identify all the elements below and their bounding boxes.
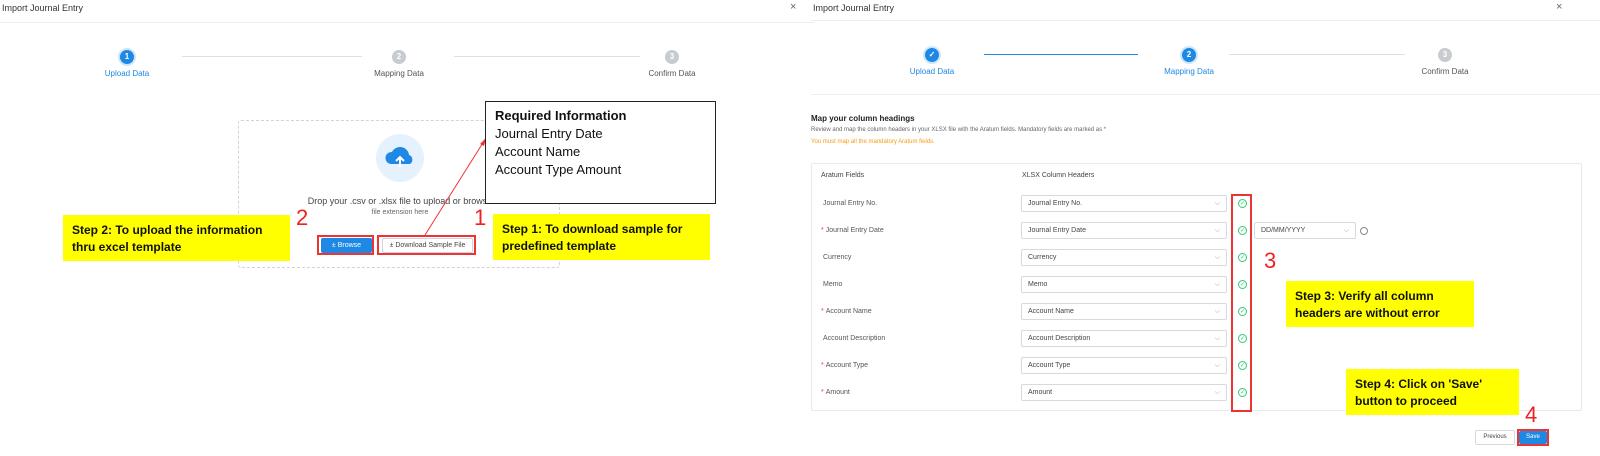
chevron-down-icon: ⌵ <box>1214 281 1220 288</box>
field-label: * Account Name <box>821 308 872 315</box>
close-icon[interactable]: × <box>790 1 796 13</box>
step-number: 2 <box>392 50 406 64</box>
step-connector <box>1229 54 1405 55</box>
column-select[interactable]: Amount ⌵ <box>1021 384 1227 401</box>
field-label: Account Description <box>823 335 886 342</box>
field-label: Memo <box>823 281 843 288</box>
step-label: Upload Data <box>104 69 150 78</box>
step3-note: Step 3: Verify all column headers are wi… <box>1286 281 1474 327</box>
mapping-warning: You must map all the mandatory Aratum fi… <box>811 139 935 145</box>
chevron-down-icon: ⌵ <box>1214 254 1220 261</box>
close-icon[interactable]: × <box>1556 1 1562 13</box>
column-header-xlsx: XLSX Column Headers <box>1022 172 1095 179</box>
step-label: Confirm Data <box>648 69 696 78</box>
dialog-title: Import Journal Entry <box>2 3 84 13</box>
field-label: Journal Entry No. <box>823 200 878 207</box>
column-select[interactable]: Journal Entry No. ⌵ <box>1021 195 1227 212</box>
column-select[interactable]: Account Name ⌵ <box>1021 303 1227 320</box>
field-label: Currency <box>823 254 852 261</box>
step-label: Mapping Data <box>374 69 424 78</box>
chevron-down-icon: ⌵ <box>1214 308 1220 315</box>
step-mapping-data[interactable]: 2 Mapping Data <box>1129 48 1249 76</box>
highlight-save <box>1517 429 1549 446</box>
column-select[interactable]: Journal Entry Date ⌵ <box>1021 222 1227 239</box>
divider <box>0 22 815 23</box>
step2-note: Step 2: To upload the information thru e… <box>63 215 290 261</box>
field-label: * Account Type <box>821 362 869 369</box>
column-select[interactable]: Account Description ⌵ <box>1021 330 1227 347</box>
divider <box>811 20 1600 21</box>
highlight-browse <box>317 235 374 255</box>
step-number-2: 2 <box>296 205 309 230</box>
step-connector <box>984 54 1138 55</box>
step4-note: Step 4: Click on 'Save' button to procee… <box>1346 369 1519 415</box>
step-label: Upload Data <box>909 67 955 76</box>
callout-line: Account Name <box>495 144 581 159</box>
step-connector <box>182 56 362 57</box>
chevron-down-icon: ⌵ <box>1343 227 1349 234</box>
step-number: 3 <box>1438 48 1452 62</box>
chevron-down-icon: ⌵ <box>1214 200 1220 207</box>
highlight-check-column <box>1231 194 1252 412</box>
mapping-dialog: Import Journal Entry × ✓ Upload Data 2 M… <box>811 0 1600 456</box>
step-number-4: 4 <box>1525 402 1538 427</box>
step-label: Confirm Data <box>1421 67 1469 76</box>
step1-note: Step 1: To download sample for predefine… <box>493 214 710 260</box>
step-number-1: 1 <box>474 205 487 230</box>
chevron-down-icon: ⌵ <box>1214 362 1220 369</box>
step-upload-data[interactable]: 1 Upload Data <box>67 50 187 78</box>
mapping-title: Map your column headings <box>811 114 915 123</box>
chevron-down-icon: ⌵ <box>1214 335 1220 342</box>
cloud-upload-icon <box>376 134 424 182</box>
column-select[interactable]: Memo ⌵ <box>1021 276 1227 293</box>
dialog-title: Import Journal Entry <box>813 3 895 13</box>
column-select[interactable]: Currency ⌵ <box>1021 249 1227 266</box>
field-label: * Journal Entry Date <box>821 227 884 234</box>
step-confirm-data[interactable]: 3 Confirm Data <box>612 50 732 78</box>
previous-button[interactable]: Previous <box>1475 430 1515 445</box>
step-label: Mapping Data <box>1164 67 1214 76</box>
step-confirm-data[interactable]: 3 Confirm Data <box>1385 48 1505 76</box>
callout-title: Required Information <box>495 108 627 123</box>
upload-dialog: Import Journal Entry × 1 Upload Data 2 M… <box>0 0 815 456</box>
callout-line: Account Type Amount <box>495 162 622 177</box>
column-select[interactable]: Account Type ⌵ <box>1021 357 1227 374</box>
column-header-fields: Aratum Fields <box>821 172 865 179</box>
callout-line: Journal Entry Date <box>495 126 603 141</box>
step-mapping-data[interactable]: 2 Mapping Data <box>339 50 459 78</box>
step-number-3: 3 <box>1264 248 1277 273</box>
step-number: 2 <box>1182 48 1196 62</box>
mapping-description: Review and map the column headers in you… <box>811 127 1107 133</box>
required-info-callout: Required Information Journal Entry Date … <box>485 101 716 204</box>
step-number: 1 <box>120 50 134 64</box>
help-icon[interactable] <box>1360 227 1368 235</box>
date-format-select[interactable]: DD/MM/YYYY ⌵ <box>1254 222 1356 239</box>
chevron-down-icon: ⌵ <box>1214 389 1220 396</box>
checkmark-icon: ✓ <box>925 48 939 62</box>
step-number: 3 <box>665 50 679 64</box>
field-label: * Amount <box>821 389 850 396</box>
chevron-down-icon: ⌵ <box>1214 227 1220 234</box>
step-upload-data[interactable]: ✓ Upload Data <box>872 48 992 76</box>
divider <box>811 94 1600 95</box>
